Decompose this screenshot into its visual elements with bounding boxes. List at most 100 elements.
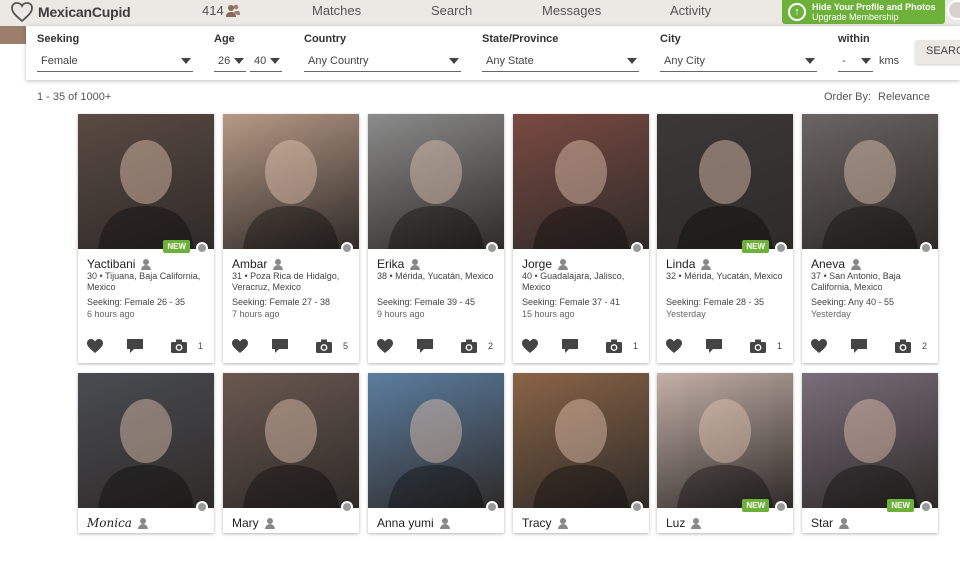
profile-photo[interactable]	[223, 114, 359, 249]
user-avatar[interactable]	[947, 0, 960, 20]
profile-name[interactable]: Mary	[232, 516, 275, 530]
search-filter-panel: Seeking Female Age 26 40 Country Any Cou…	[26, 26, 960, 80]
upgrade-headline: Hide Your Profile and Photos	[812, 2, 936, 12]
online-status-dot	[341, 501, 353, 513]
heart-logo-icon	[11, 2, 33, 23]
online-status-dot	[920, 242, 932, 254]
online-status-dot	[196, 242, 208, 254]
profile-photo[interactable]	[513, 373, 649, 508]
profile-photo-silhouette	[822, 399, 918, 508]
like-button[interactable]	[521, 338, 539, 354]
site-logo[interactable]: MexicanCupid	[10, 0, 131, 24]
within-select[interactable]: -	[838, 50, 873, 72]
profile-card[interactable]: NEW Star	[802, 373, 938, 533]
profile-card[interactable]: NEW Luz	[657, 373, 793, 533]
message-button[interactable]	[850, 338, 868, 354]
profile-last-active: 15 hours ago	[522, 309, 575, 319]
age-label: Age	[214, 33, 235, 45]
order-by-select[interactable]: Relevance	[878, 91, 930, 103]
profile-photo[interactable]	[802, 373, 938, 508]
profile-photo[interactable]	[78, 114, 214, 249]
nav-messages[interactable]: Messages	[542, 3, 601, 18]
profile-card[interactable]: Aneva 37 • San Antonio, Baja California, …	[802, 114, 938, 363]
people-icon	[225, 4, 240, 17]
profile-name[interactable]: Anna yumi	[377, 516, 450, 530]
message-button[interactable]	[416, 338, 434, 354]
profile-photo[interactable]	[657, 373, 793, 508]
heart-icon	[522, 339, 538, 353]
age-min-value: 26	[218, 54, 231, 67]
profile-card[interactable]: Tracy	[513, 373, 649, 533]
profile-card[interactable]: NEW Linda 32 • Mérida, Yucatán, Mexico Seek…	[657, 114, 793, 363]
photos-button[interactable]	[894, 338, 912, 354]
city-select[interactable]: Any City	[660, 50, 817, 72]
profile-card[interactable]: Monica	[78, 373, 214, 533]
profile-name[interactable]: Ambar	[232, 257, 284, 271]
chat-bubble-icon	[851, 339, 867, 353]
profile-age-location: 38 • Mérida, Yucatán, Mexico	[377, 271, 494, 281]
like-button[interactable]	[665, 338, 683, 354]
photo-count: 1	[633, 341, 639, 351]
like-button[interactable]	[86, 338, 104, 354]
profile-card[interactable]: Erika 38 • Mérida, Yucatán, Mexico Seeking…	[368, 114, 504, 363]
profile-actions: 1	[78, 338, 214, 358]
profile-photo[interactable]	[802, 114, 938, 249]
message-button[interactable]	[705, 338, 723, 354]
profile-card[interactable]: Ambar 31 • Poza Rica de Hidalgo, Veracruz…	[223, 114, 359, 363]
profile-name[interactable]: Monica	[87, 516, 148, 530]
profile-name[interactable]: Star	[811, 516, 850, 530]
upgrade-subtext: Upgrade Membership	[812, 12, 899, 22]
profile-name[interactable]: Luz	[666, 516, 702, 530]
profile-photo[interactable]	[657, 114, 793, 249]
message-button[interactable]	[126, 338, 144, 354]
profile-name[interactable]: Linda	[666, 257, 712, 271]
nav-matches[interactable]: Matches	[312, 3, 361, 18]
photos-button[interactable]	[170, 338, 188, 354]
nav-members-count[interactable]: 414	[202, 3, 240, 18]
like-button[interactable]	[231, 338, 249, 354]
profile-name[interactable]: Jorge	[522, 257, 569, 271]
profile-photo[interactable]	[368, 114, 504, 249]
profile-card[interactable]: Anna yumi	[368, 373, 504, 533]
photos-button[interactable]	[315, 338, 333, 354]
camera-icon	[461, 339, 477, 353]
seeking-select[interactable]: Female	[37, 50, 193, 72]
message-button[interactable]	[561, 338, 579, 354]
like-button[interactable]	[376, 338, 394, 354]
heart-icon	[811, 339, 827, 353]
profile-card[interactable]: Mary	[223, 373, 359, 533]
upgrade-membership-button[interactable]: ↑ Hide Your Profile and Photos Upgrade M…	[782, 0, 945, 24]
photos-button[interactable]	[460, 338, 478, 354]
person-icon	[691, 517, 702, 529]
nav-activity[interactable]: Activity	[670, 3, 711, 18]
country-select[interactable]: Any Country	[304, 50, 461, 72]
city-value: Any City	[664, 54, 705, 67]
state-select[interactable]: Any State	[482, 50, 639, 72]
camera-icon	[750, 339, 766, 353]
age-min-select[interactable]: 26	[214, 50, 246, 72]
profile-age-location: 32 • Mérida, Yucatán, Mexico	[666, 271, 783, 281]
profile-name[interactable]: Yactibani	[87, 257, 152, 271]
profile-photo[interactable]	[513, 114, 649, 249]
profile-photo[interactable]	[78, 373, 214, 508]
profile-name[interactable]: Erika	[377, 257, 421, 271]
search-button[interactable]: SEARCH	[915, 40, 960, 64]
online-status-dot	[196, 501, 208, 513]
profile-photo[interactable]	[223, 373, 359, 508]
profile-photo[interactable]	[368, 373, 504, 508]
profile-name[interactable]: Tracy	[522, 516, 568, 530]
person-icon	[839, 517, 850, 529]
photos-button[interactable]	[605, 338, 623, 354]
profile-name[interactable]: Aneva	[811, 257, 862, 271]
like-button[interactable]	[810, 338, 828, 354]
nav-search[interactable]: Search	[431, 3, 472, 18]
country-value: Any Country	[308, 54, 369, 67]
message-button[interactable]	[271, 338, 289, 354]
heart-icon	[377, 339, 393, 353]
within-filter: within - kms	[838, 33, 908, 72]
profile-card[interactable]: NEW Yactibani 30 • Tijuana, Baja Californi…	[78, 114, 214, 363]
photos-button[interactable]	[749, 338, 767, 354]
age-max-select[interactable]: 40	[250, 50, 282, 72]
person-icon	[439, 517, 450, 529]
profile-card[interactable]: Jorge 40 • Guadalajara, Jalisco, Mexico Se…	[513, 114, 649, 363]
